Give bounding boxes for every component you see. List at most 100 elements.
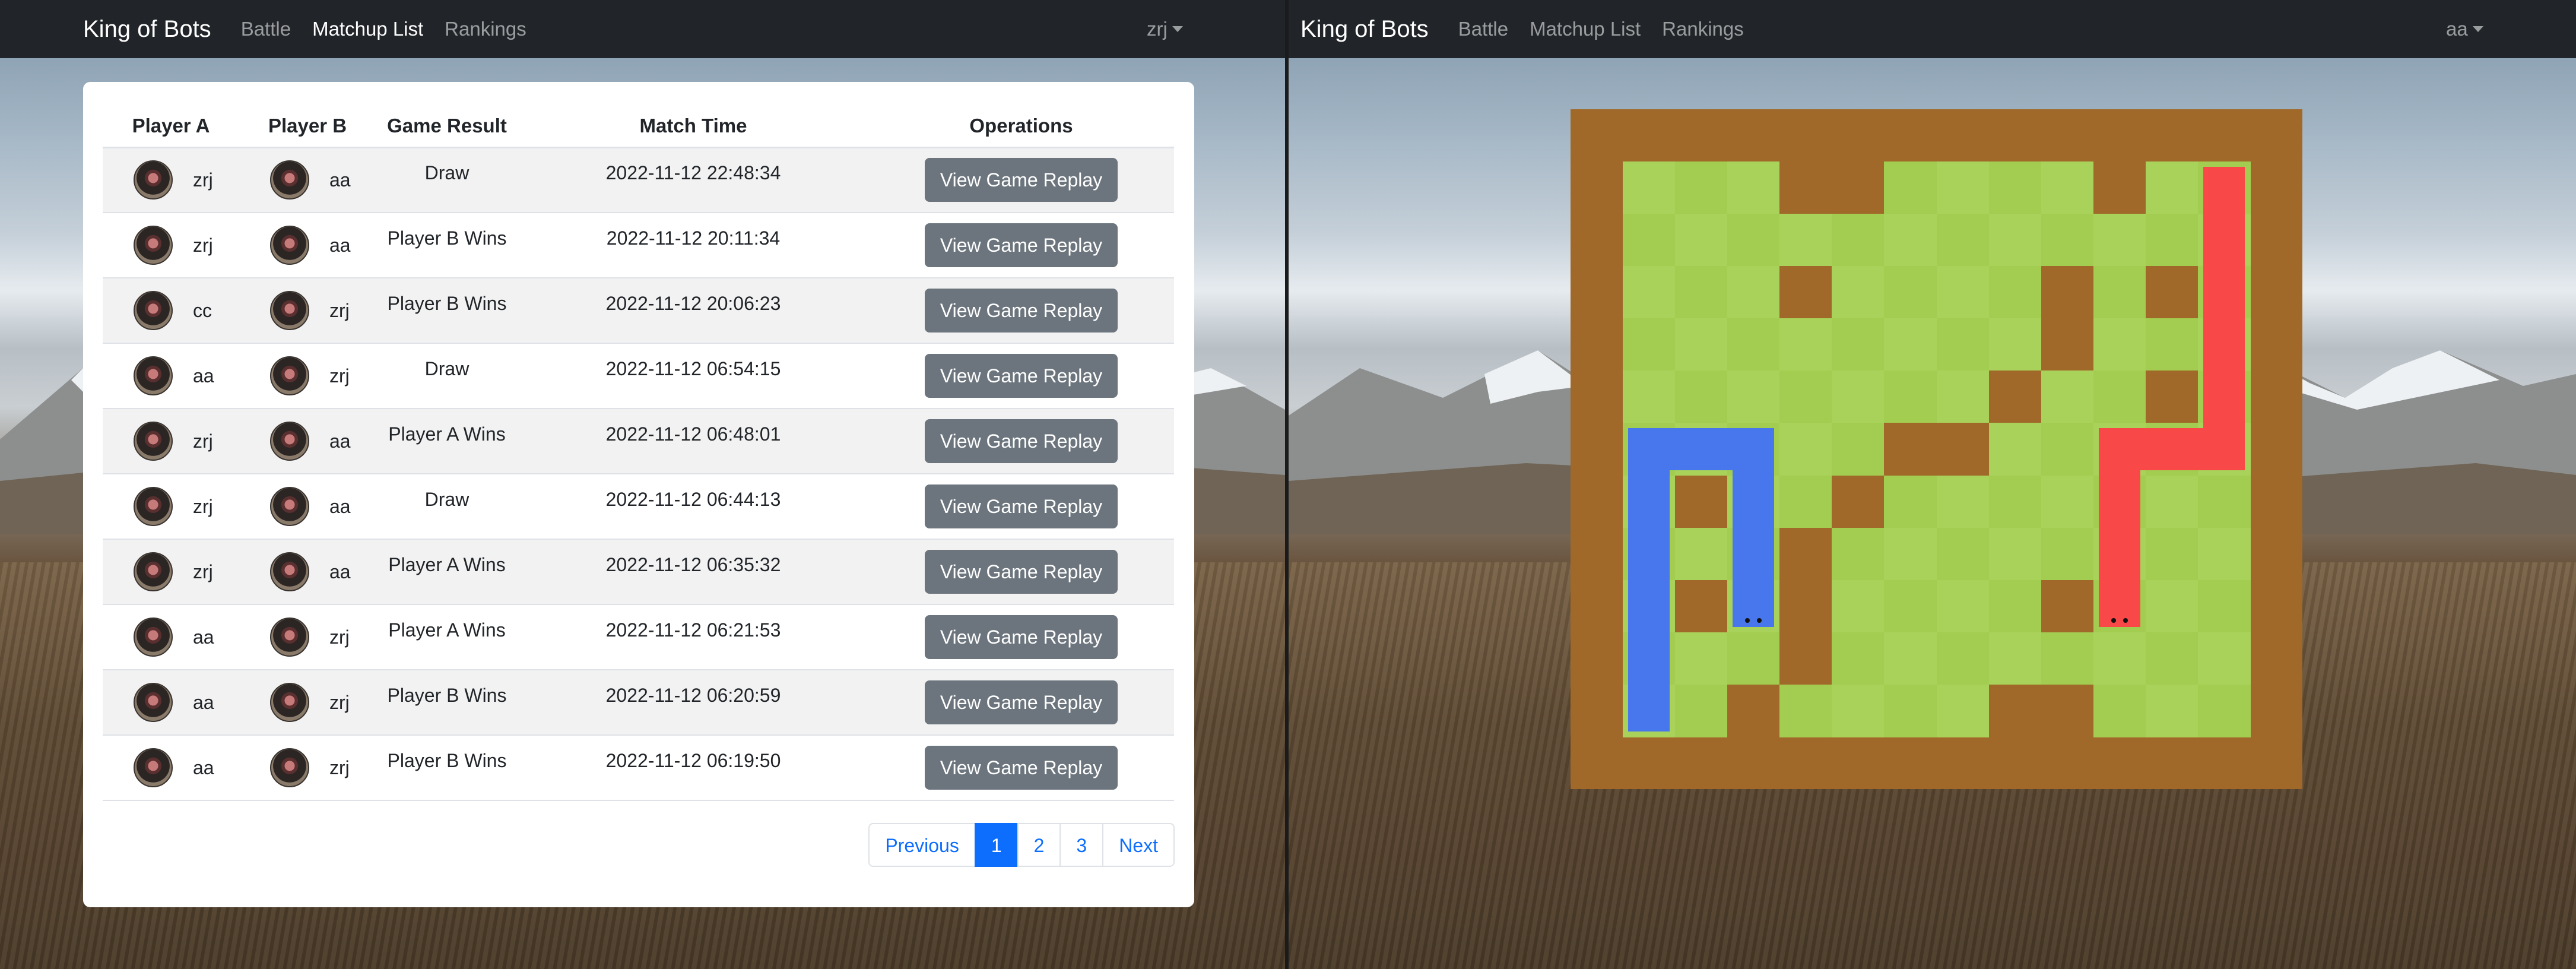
match-time-text: 2022-11-12 06:44:13 (605, 488, 781, 510)
view-game-replay-button[interactable]: View Game Replay (924, 289, 1118, 332)
match-time-text: 2022-11-12 20:11:34 (606, 227, 781, 249)
player-a-name: zrj (193, 495, 213, 517)
nav-matchup-list[interactable]: Matchup List (312, 18, 423, 40)
pagination-page-1[interactable]: 1 (974, 823, 1019, 867)
grass-cell (1988, 266, 2042, 319)
grass-cell (1623, 266, 1676, 319)
cell-player-b: zrj (239, 735, 376, 801)
nav-battle[interactable]: Battle (1458, 18, 1508, 40)
match-time-text: 2022-11-12 06:21:53 (605, 619, 781, 641)
avatar (270, 226, 309, 265)
pagination-page-2[interactable]: 2 (1017, 823, 1061, 867)
grass-cell (2145, 475, 2199, 528)
grass-cell (2093, 632, 2146, 685)
grass-cell (1779, 214, 1833, 267)
wall-cell (2041, 684, 2094, 737)
cell-match-time: 2022-11-12 06:19:50 (518, 735, 868, 801)
pagination-next[interactable]: Next (1102, 823, 1175, 867)
grass-cell (1988, 632, 2042, 685)
red-snake-eye (2123, 618, 2128, 623)
grass-cell (1779, 684, 1833, 737)
grass-cell (1623, 370, 1676, 424)
cell-player-b: aa (239, 213, 376, 278)
user-dropdown[interactable]: zrj (1147, 0, 1183, 58)
table-row: zrj aa Draw 2022-11-12 22:48:34 View Gam… (103, 147, 1174, 213)
grass-cell (1727, 214, 1781, 267)
pagination-previous[interactable]: Previous (868, 823, 976, 867)
avatar (134, 552, 173, 591)
grass-cell (1675, 318, 1728, 372)
view-game-replay-button[interactable]: View Game Replay (924, 484, 1118, 528)
grass-cell (2041, 423, 2094, 476)
blue-snake-body (1732, 533, 1775, 627)
grass-cell (1936, 162, 1990, 214)
grass-cell (1623, 214, 1676, 267)
grass-cell (1936, 475, 1990, 528)
match-time-text: 2022-11-12 20:06:23 (605, 292, 781, 314)
cell-player-a: aa (103, 604, 239, 670)
view-game-replay-button[interactable]: View Game Replay (924, 680, 1118, 724)
cell-operations: View Game Replay (868, 474, 1174, 540)
avatar (270, 356, 309, 395)
nav-matchup-list[interactable]: Matchup List (1530, 18, 1641, 40)
view-game-replay-button[interactable]: View Game Replay (924, 550, 1118, 594)
grass-cell (2145, 162, 2199, 214)
table-row: zrj aa Player B Wins 2022-11-12 20:11:34… (103, 213, 1174, 278)
grass-cell (1936, 684, 1990, 737)
grass-cell (1936, 580, 1990, 633)
nav-rankings[interactable]: Rankings (445, 18, 526, 40)
grass-cell (1936, 632, 1990, 685)
grass-cell (1675, 632, 1728, 685)
grass-cell (1727, 162, 1781, 214)
player-b-name: aa (329, 430, 351, 452)
caret-down-icon (2472, 26, 2483, 32)
cell-match-time: 2022-11-12 06:35:32 (518, 539, 868, 605)
grass-cell (1936, 266, 1990, 319)
player-a-name: aa (193, 756, 214, 778)
pagination-page-3[interactable]: 3 (1059, 823, 1104, 867)
avatar (134, 683, 173, 722)
grass-cell (2145, 214, 2199, 267)
cell-player-a: zrj (103, 539, 239, 605)
blue-snake-eye (1757, 618, 1762, 623)
grass-cell (2041, 475, 2094, 528)
grass-cell (1727, 318, 1781, 372)
caret-down-icon (1172, 26, 1183, 32)
nav-battle[interactable]: Battle (241, 18, 291, 40)
cell-player-b: aa (239, 539, 376, 605)
player-b-name: zrj (329, 756, 350, 778)
grass-cell (2197, 475, 2251, 528)
cell-player-a: aa (103, 670, 239, 736)
cell-match-time: 2022-11-12 06:44:13 (518, 474, 868, 540)
wall-cell (1727, 684, 1781, 737)
grass-cell (1936, 214, 1990, 267)
player-a-name: aa (193, 691, 214, 713)
player-b-name: aa (329, 234, 351, 256)
player-b-name: zrj (329, 299, 350, 321)
grass-cell (1884, 214, 1937, 267)
wall-cell (1832, 162, 1885, 214)
player-b-name: aa (329, 169, 351, 191)
grass-cell (1727, 370, 1781, 424)
grass-cell (2093, 214, 2146, 267)
brand-logo-text[interactable]: King of Bots (1300, 16, 1429, 43)
top-navbar: King of Bots Battle Matchup List Ranking… (1289, 0, 2576, 58)
grass-cell (1936, 370, 1990, 424)
grass-cell (1988, 214, 2042, 267)
grass-cell (2093, 318, 2146, 372)
cell-game-result: Player A Wins (376, 604, 518, 670)
user-dropdown[interactable]: aa (2446, 0, 2483, 58)
avatar (134, 226, 173, 265)
view-game-replay-button[interactable]: View Game Replay (924, 158, 1118, 202)
match-time-text: 2022-11-12 22:48:34 (605, 162, 781, 183)
view-game-replay-button[interactable]: View Game Replay (924, 615, 1118, 659)
wall-cell (1884, 423, 1937, 476)
nav-rankings[interactable]: Rankings (1662, 18, 1744, 40)
view-game-replay-button[interactable]: View Game Replay (924, 223, 1118, 267)
view-game-replay-button[interactable]: View Game Replay (924, 419, 1118, 463)
view-game-replay-button[interactable]: View Game Replay (924, 354, 1118, 398)
view-game-replay-button[interactable]: View Game Replay (924, 746, 1118, 790)
brand-logo-text[interactable]: King of Bots (83, 16, 211, 43)
wall-cell (2093, 162, 2146, 214)
grass-cell (1623, 318, 1676, 372)
